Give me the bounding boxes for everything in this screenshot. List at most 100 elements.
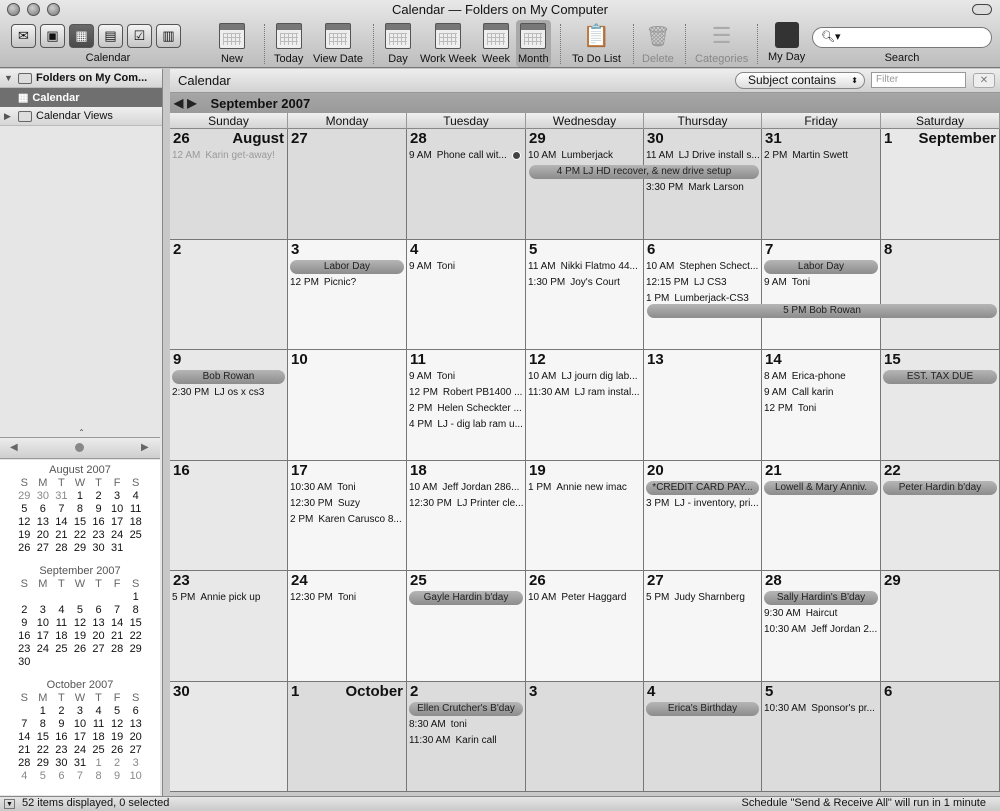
previous-month-button[interactable]: ◀	[174, 96, 183, 110]
mini-calendar-day[interactable]: 8	[71, 503, 90, 516]
mini-calendar-day[interactable]: 1	[126, 591, 145, 604]
day-cell[interactable]: 24 12:30 PM Toni	[288, 571, 407, 682]
calendar-event[interactable]: 10:30 AM Sponsor's pr...	[762, 701, 880, 717]
disclosure-triangle-closed-icon[interactable]: ▶	[4, 111, 14, 122]
mini-calendar-day[interactable]: 28	[52, 542, 71, 555]
mini-calendar-day[interactable]: 9	[15, 617, 34, 630]
day-cell[interactable]: 2 Ellen Crutcher's B'day 8:30 AM toni 11:30 …	[407, 681, 526, 792]
my-day-button[interactable]: My Day	[768, 22, 805, 63]
calendar-event[interactable]: 12:15 PM LJ CS3	[644, 275, 761, 291]
day-cell[interactable]: 27	[288, 129, 407, 240]
month-view-button[interactable]: Month	[516, 20, 551, 67]
address-book-button[interactable]: ▣	[40, 24, 65, 48]
mini-calendar-day[interactable]: 28	[15, 757, 34, 770]
mini-calendar-day[interactable]: 29	[71, 542, 90, 555]
mini-calendar-day[interactable]: 30	[34, 490, 53, 503]
mini-calendar-day[interactable]: 7	[15, 718, 34, 731]
tasks-app-button[interactable]: ☑	[127, 24, 152, 48]
mini-calendar-day[interactable]: 20	[126, 731, 145, 744]
delete-button[interactable]: 🗑 Delete	[642, 22, 674, 66]
day-cell[interactable]: 2	[170, 239, 288, 350]
mini-calendar-day[interactable]: 14	[52, 516, 71, 529]
calendar-event[interactable]: 1:30 PM Joy's Court	[526, 275, 643, 291]
calendar-event[interactable]: 10:30 AM Jeff Jordan 2...	[762, 622, 880, 638]
mini-calendar-day[interactable]: 21	[15, 744, 34, 757]
mini-calendar-day[interactable]: 6	[126, 705, 145, 718]
mini-calendar-day[interactable]: 17	[71, 731, 90, 744]
all-day-event[interactable]: *CREDIT CARD PAY...	[646, 480, 759, 495]
mini-calendar-day[interactable]: 21	[52, 529, 71, 542]
calendar-event[interactable]: 2 PM Helen Scheckter ...	[407, 401, 525, 417]
calendar-event[interactable]: 8 AM Erica-phone	[762, 369, 880, 385]
day-cell[interactable]: 29 10 AM Lumberjack	[526, 129, 644, 240]
mini-calendar-day[interactable]: 5	[34, 770, 53, 783]
day-cell[interactable]: 8	[881, 239, 1000, 350]
day-cell[interactable]: 22 Peter Hardin b'day	[881, 460, 1000, 571]
mini-calendar-day[interactable]: 23	[15, 643, 34, 656]
mini-calendar-day[interactable]: 27	[89, 643, 108, 656]
mini-calendar-day[interactable]: 25	[89, 744, 108, 757]
mini-calendar-day[interactable]: 24	[108, 529, 127, 542]
mini-calendar-day[interactable]: 19	[71, 630, 90, 643]
next-month-button[interactable]: ▶	[187, 96, 196, 110]
all-day-event[interactable]: Sally Hardin's B'day	[764, 591, 878, 605]
multi-day-event[interactable]: 5 PM Bob Rowan	[647, 303, 997, 318]
mini-calendar-day[interactable]: 14	[108, 617, 127, 630]
mini-calendar-day[interactable]: 10	[126, 770, 145, 783]
calendar-event[interactable]: 3 PM LJ - inventory, pri...	[644, 496, 761, 512]
day-cell[interactable]: 5 10:30 AM Sponsor's pr...	[762, 681, 881, 792]
mini-calendar-day[interactable]: 23	[52, 744, 71, 757]
all-day-event[interactable]: Lowell & Mary Anniv.	[764, 480, 878, 495]
calendar-event[interactable]: 10 AM Peter Haggard	[526, 590, 643, 606]
calendar-event[interactable]: 10 AM Jeff Jordan 286...	[407, 480, 525, 496]
mini-calendar-day[interactable]: 31	[108, 542, 127, 555]
mini-calendar-day[interactable]: 14	[15, 731, 34, 744]
next-month-arrow-icon[interactable]: ▶	[141, 442, 149, 453]
mini-calendar-day[interactable]: 21	[108, 630, 127, 643]
mini-calendar-day[interactable]: 20	[34, 529, 53, 542]
calendar-event[interactable]: 9 AM Toni	[407, 369, 525, 385]
mini-calendar-day[interactable]: 10	[108, 503, 127, 516]
all-day-event[interactable]: EST. TAX DUE	[883, 370, 997, 384]
mini-calendar-day[interactable]: 19	[108, 731, 127, 744]
toolbar-toggle-button[interactable]	[972, 4, 992, 15]
calendar-event[interactable]: 1 PM Annie new imac	[526, 480, 643, 496]
mini-calendar-day[interactable]: 12	[71, 617, 90, 630]
filter-field-select[interactable]: Subject contains ⬍	[735, 72, 865, 89]
calendar-event[interactable]: 4 PM LJ - dig lab ram u...	[407, 417, 525, 433]
calendar-event[interactable]: 12:30 PM Toni	[288, 590, 406, 606]
mini-calendar-day[interactable]: 30	[15, 656, 34, 669]
mini-calendar-day[interactable]: 12	[108, 718, 127, 731]
work-week-view-button[interactable]: Work Week	[420, 22, 476, 65]
day-cell[interactable]: 5 11 AM Nikki Flatmo 44... 1:30 PM Joy's Cou…	[526, 239, 644, 350]
mini-calendar-day[interactable]: 19	[15, 529, 34, 542]
calendar-app-button[interactable]: ▦	[69, 24, 94, 48]
mini-calendar-day[interactable]: 15	[71, 516, 90, 529]
all-day-event[interactable]: Peter Hardin b'day	[883, 480, 997, 495]
today-dot-button[interactable]	[75, 443, 84, 452]
day-cell[interactable]: 19 1 PM Annie new imac	[526, 460, 644, 571]
mini-calendar-day[interactable]: 9	[52, 718, 71, 731]
calendar-event[interactable]: 12 PM Toni	[762, 401, 880, 417]
mini-calendar-day[interactable]: 27	[34, 542, 53, 555]
mini-calendar-day[interactable]: 13	[34, 516, 53, 529]
calendar-event[interactable]: 12 AM Karin get-away!	[170, 148, 287, 164]
calendar-event[interactable]: 9 AM Phone call wit...	[407, 148, 525, 164]
calendar-event[interactable]: 2:30 PM LJ os x cs3	[170, 385, 287, 401]
mini-calendar-day[interactable]: 18	[126, 516, 145, 529]
mini-calendar-day[interactable]: 4	[89, 705, 108, 718]
to-do-list-button[interactable]: 📋 To Do List	[572, 22, 621, 65]
day-cell[interactable]: 3 Labor Day 12 PM Picnic?	[288, 239, 407, 350]
mini-calendar-day[interactable]: 22	[71, 529, 90, 542]
day-cell[interactable]: 30 11 AM LJ Drive install s... 3:30 PM Mark …	[644, 129, 762, 240]
view-date-button[interactable]: View Date	[313, 22, 363, 65]
day-cell[interactable]: 27 5 PM Judy Sharnberg	[644, 571, 762, 682]
all-day-event[interactable]: Bob Rowan	[172, 370, 285, 384]
mini-calendar-day[interactable]: 30	[52, 757, 71, 770]
mini-calendar-day[interactable]: 15	[34, 731, 53, 744]
mini-calendar-day[interactable]: 22	[126, 630, 145, 643]
mini-calendar-day[interactable]: 17	[34, 630, 53, 643]
day-cell[interactable]: 9 Bob Rowan 2:30 PM LJ os x cs3	[170, 350, 288, 461]
mini-calendar-day[interactable]: 18	[52, 630, 71, 643]
mini-calendar-day[interactable]: 25	[126, 529, 145, 542]
